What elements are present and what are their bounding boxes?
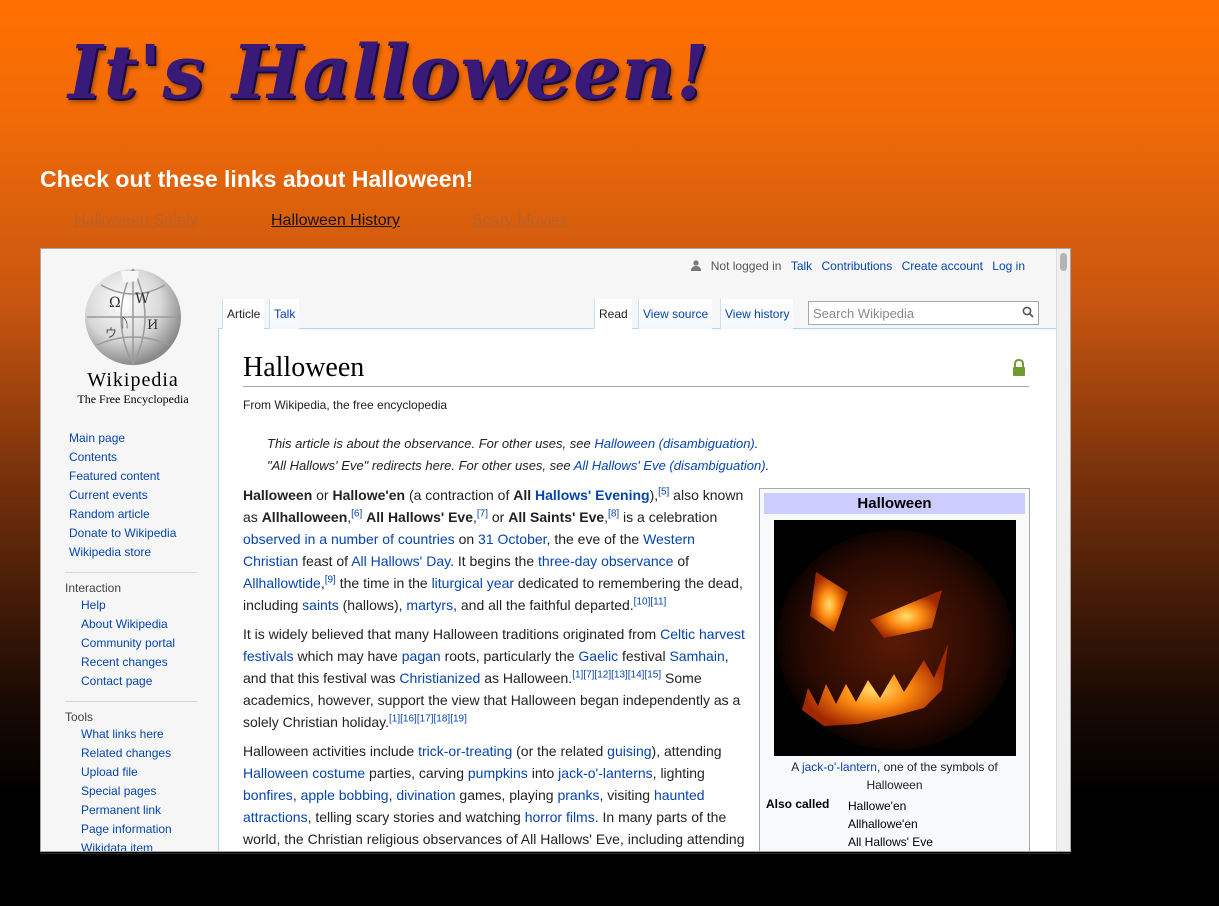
jack-o-lantern-image[interactable] [774,520,1016,756]
link-scary-movies[interactable]: Scary Movies [472,212,568,230]
article-paragraph-2: It is widely believed that many Hallowee… [243,626,745,730]
personal-tools: Not logged in Talk Contributions Create … [691,259,1025,273]
hatnote-link-halloween-disambiguation[interactable]: Halloween (disambiguation) [594,436,754,451]
sidebar-item-special-pages[interactable]: Special pages [65,782,197,801]
jack-o-lantern-link[interactable]: jack-o'-lantern [802,760,877,774]
contributions-link[interactable]: Contributions [822,259,893,273]
embedded-wikipedia-frame[interactable]: Ω W ᚢ И ウ Wikipedia The Free Encyclopedi… [40,248,1071,852]
infobox: Halloween A jack-o'-lantern, one of the … [759,488,1030,851]
sidebar-item-donate[interactable]: Donate to Wikipedia [65,524,215,543]
sidebar-item-random-article[interactable]: Random article [65,505,215,524]
sidebar-item-related-changes[interactable]: Related changes [65,744,197,763]
svg-text:И: И [147,318,158,333]
frame-scrollbar[interactable] [1056,249,1070,851]
user-icon [691,260,702,271]
page-title: It's Halloween! [68,30,710,116]
article-paragraph-3: Halloween activities include trick-or-tr… [243,743,745,847]
sidebar-item-help[interactable]: Help [65,596,197,615]
also-called-label: Also called [766,797,830,811]
sidebar-item-community-portal[interactable]: Community portal [65,634,197,653]
sidebar-item-what-links-here[interactable]: What links here [65,725,197,744]
not-logged-in-text: Not logged in [710,259,782,273]
article-paragraph-1: Halloween or Hallowe'en (a contraction o… [243,486,744,613]
create-account-link[interactable]: Create account [902,259,983,273]
sidebar-item-upload-file[interactable]: Upload file [65,763,197,782]
also-called-value: All Hallows' Eve [848,835,933,849]
tab-talk[interactable]: Talk [269,299,300,329]
tab-read[interactable]: Read [594,299,632,329]
sidebar-item-permanent-link[interactable]: Permanent link [65,801,197,820]
hatnote-link-all-hallows-eve-disambiguation[interactable]: All Hallows' Eve (disambiguation) [574,458,766,473]
lock-icon[interactable] [1012,359,1026,377]
hatnote-redirect: "All Hallows' Eve" redirects here. For o… [267,458,770,473]
svg-text:ウ: ウ [105,326,117,340]
wikipedia-page: Ω W ᚢ И ウ Wikipedia The Free Encyclopedi… [41,249,1057,851]
tab-view-source[interactable]: View source [638,299,713,329]
sidebar-item-contents[interactable]: Contents [65,448,215,467]
sidebar-item-featured-content[interactable]: Featured content [65,467,215,486]
svg-text:Ω: Ω [109,295,121,311]
wikipedia-globe-icon: Ω W ᚢ И ウ [85,268,181,366]
sidebar-item-about[interactable]: About Wikipedia [65,615,197,634]
site-subtitle: From Wikipedia, the free encyclopedia [243,398,448,412]
wikipedia-tagline: The Free Encyclopedia [77,392,189,406]
halloween-links-nav: Halloween Safely Halloween History Scary… [74,212,674,236]
sidebar-item-recent-changes[interactable]: Recent changes [65,653,197,672]
tab-article[interactable]: Article [222,299,265,329]
talk-link[interactable]: Talk [791,259,812,273]
sidebar-heading-interaction: Interaction [65,581,122,595]
infobox-caption: A jack-o'-lantern, one of the symbols of… [791,760,998,792]
scrollbar-thumb[interactable] [1060,253,1067,271]
infobox-title: Halloween [764,493,1025,514]
sidebar-heading-tools: Tools [65,710,94,724]
also-called-value: Allhallowe'en [848,817,918,831]
search-input[interactable]: Search Wikipedia [808,301,1039,325]
title-divider [243,386,1029,387]
hatnote-disambiguation: This article is about the observance. Fo… [267,436,759,451]
sidebar-item-contact-page[interactable]: Contact page [65,672,197,691]
log-in-link[interactable]: Log in [992,259,1025,273]
search-icon[interactable] [1022,306,1034,318]
frame-bottom-edge [40,853,1071,854]
sidebar-item-page-information[interactable]: Page information [65,820,197,839]
svg-text:W: W [135,291,150,307]
link-halloween-history[interactable]: Halloween History [271,212,400,230]
sidebar-item-current-events[interactable]: Current events [65,486,215,505]
article-title: Halloween [243,352,365,383]
wikipedia-logo[interactable]: Ω W ᚢ И ウ Wikipedia The Free Encyclopedi… [63,263,203,413]
also-called-value: Hallowe'en [848,799,907,813]
wiki-sidebar: Main page Contents Featured content Curr… [65,429,215,851]
tab-view-history[interactable]: View history [720,299,794,329]
link-halloween-safely[interactable]: Halloween Safely [74,212,198,230]
svg-text:ᚢ: ᚢ [121,316,129,331]
sidebar-item-store[interactable]: Wikipedia store [65,543,215,562]
links-heading: Check out these links about Halloween! [40,166,474,192]
wikipedia-wordmark: Wikipedia [87,369,179,391]
sidebar-item-wikidata-item[interactable]: Wikidata item [65,839,197,851]
sidebar-item-main-page[interactable]: Main page [65,429,215,448]
